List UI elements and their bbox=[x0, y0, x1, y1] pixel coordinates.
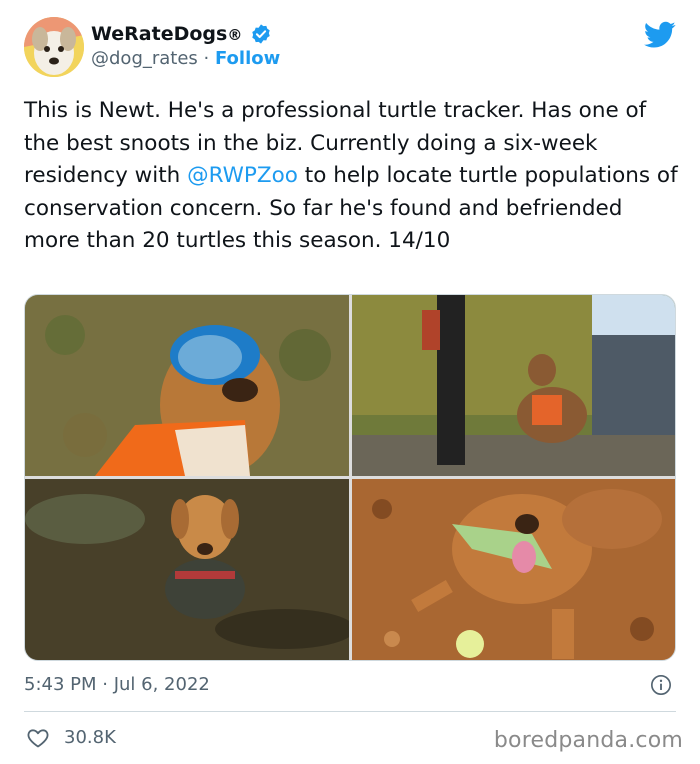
display-name[interactable]: WeRateDogs® bbox=[91, 23, 242, 45]
avatar[interactable] bbox=[24, 17, 84, 77]
separator: · bbox=[197, 48, 215, 69]
tweet-media-grid[interactable] bbox=[24, 294, 676, 661]
heart-icon[interactable] bbox=[26, 726, 50, 750]
verified-badge-icon bbox=[252, 24, 271, 44]
info-icon[interactable] bbox=[650, 674, 672, 696]
divider bbox=[24, 711, 676, 712]
tweet-header: WeRateDogs® @dog_rates · Follow bbox=[24, 17, 680, 79]
mention-link[interactable]: @RWPZoo bbox=[187, 163, 298, 188]
watermark: boredpanda.com bbox=[493, 728, 683, 753]
photo-dog-woodchips[interactable] bbox=[352, 479, 675, 660]
tweet-text: This is Newt. He's a professional turtle… bbox=[24, 98, 685, 253]
twitter-bird-icon[interactable] bbox=[644, 21, 676, 49]
handle[interactable]: @dog_rates bbox=[91, 48, 198, 69]
photo-dog-water[interactable] bbox=[25, 479, 349, 660]
tweet-timestamp[interactable]: 5:43 PM · Jul 6, 2022 bbox=[24, 674, 210, 695]
follow-button[interactable]: Follow bbox=[215, 48, 280, 69]
photo-dog-goggles[interactable] bbox=[25, 295, 349, 476]
photo-dog-riverside[interactable] bbox=[352, 295, 675, 476]
like-count: 30.8K bbox=[64, 727, 116, 748]
